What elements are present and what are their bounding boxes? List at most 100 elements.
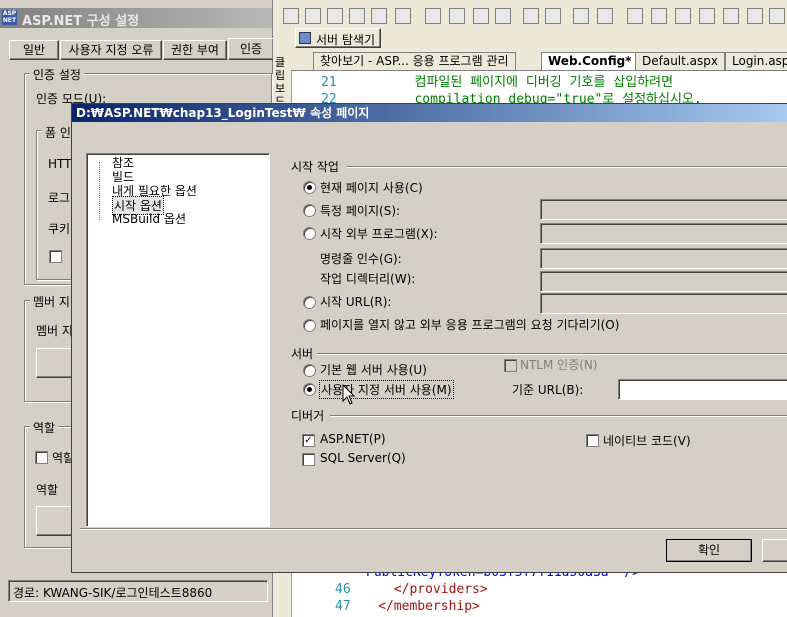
toolbar-icon-11[interactable] — [523, 8, 539, 24]
toolbar-icon-8[interactable] — [449, 8, 465, 24]
tab-authorization[interactable]: 권한 부여 — [163, 40, 227, 60]
toolbar-icon-2[interactable] — [305, 8, 321, 24]
radio-wait-request-label: 페이지를 열지 않고 외부 응용 프로그램의 요청 기다리기(O) — [320, 318, 620, 332]
debugger-group-label: 디버거 — [291, 409, 325, 423]
tab-custom-errors[interactable]: 사용자 지정 오류 — [60, 40, 162, 60]
radio-custom-server-label: 사용자 지정 서버 사용(M) — [319, 380, 454, 399]
radio-external-program[interactable] — [303, 227, 316, 240]
toolbar-icon-4[interactable] — [349, 8, 365, 24]
base-url-label: 기준 URL(B): — [512, 383, 584, 397]
dialog-title: D:₩ASP.NET₩chap13_LoginTest₩ 속성 페이지 — [76, 106, 370, 120]
toolbar-icon-9[interactable] — [473, 8, 489, 24]
radio-external-program-label: 시작 외부 프로그램(X): — [320, 227, 438, 241]
start-action-group-label: 시작 작업 — [291, 160, 339, 174]
server-explorer-label: 서버 탐색기 — [316, 33, 376, 47]
dialog-titlebar: D:₩ASP.NET₩chap13_LoginTest₩ 속성 페이지 — [72, 104, 787, 122]
radio-custom-server[interactable] — [303, 383, 316, 396]
form-option-checkbox[interactable] — [49, 250, 62, 263]
aspnet-debugger-checkbox[interactable]: ✓ — [302, 434, 315, 447]
toolbar-icon-6[interactable] — [395, 8, 411, 24]
toolbar-icon-12[interactable] — [545, 8, 561, 24]
debugger-separator — [330, 415, 787, 417]
role-enable-checkbox[interactable] — [35, 451, 48, 464]
aspnet-logo-icon: ASP NET — [2, 10, 17, 25]
membership-group-label: 멤버 지 — [30, 293, 73, 310]
radio-specific-page-label: 특정 페이지(S): — [320, 204, 401, 218]
server-explorer-icon — [299, 32, 311, 44]
toolbar-icon-7[interactable] — [425, 8, 441, 24]
native-debugger-checkbox[interactable] — [586, 434, 599, 447]
toolbar-icon-13[interactable] — [573, 8, 589, 24]
mouse-cursor-icon — [342, 384, 356, 405]
tab-web-config[interactable]: Web.Config* — [541, 52, 639, 70]
base-url-input[interactable] — [618, 379, 787, 400]
code-text: </membership> — [362, 599, 480, 614]
path-status-bar: 경로: KWANG-SIK/로그인테스트8860 — [8, 580, 268, 602]
radio-builtin-server[interactable] — [303, 364, 316, 377]
tab-general[interactable]: 일반 — [9, 40, 59, 60]
property-pages-dialog: D:₩ASP.NET₩chap13_LoginTest₩ 속성 페이지 참조 빌… — [71, 103, 787, 573]
tree-item-msbuild[interactable]: MSBuild 옵션 — [112, 210, 186, 227]
ntlm-checkbox[interactable] — [504, 359, 517, 372]
server-group-label: 서버 — [291, 347, 314, 361]
cancel-button[interactable] — [762, 539, 787, 562]
tab-authentication[interactable]: 인증 — [228, 38, 274, 60]
path-status-text: 경로: KWANG-SIK/로그인테스트8860 — [13, 586, 213, 600]
toolbar-icon-17[interactable] — [675, 8, 691, 24]
toolbar-icon-18[interactable] — [699, 8, 715, 24]
side-toolbox-label: 클립보드 — [275, 56, 286, 108]
toolbar-icon-10[interactable] — [495, 8, 511, 24]
ntlm-label: NTLM 인증(N) — [520, 358, 598, 372]
tree-lines — [99, 162, 110, 220]
toolbar-icon-3[interactable] — [327, 8, 343, 24]
radio-specific-page[interactable] — [303, 204, 316, 217]
tab-login-aspx[interactable]: Login.asp — [725, 52, 787, 70]
toolbar-icon-20[interactable] — [747, 8, 763, 24]
native-debugger-label: 네이티브 코드(V) — [603, 434, 691, 448]
radio-current-page[interactable] — [303, 181, 316, 194]
start-url-input[interactable] — [540, 293, 787, 314]
external-program-input[interactable] — [540, 223, 787, 244]
radio-start-url-label: 시작 URL(R): — [320, 295, 392, 309]
membership-label: 멤버 지 — [36, 324, 73, 338]
tab-browse-admin[interactable]: 찾아보기 - ASP... 응용 프로그램 관리 — [313, 52, 516, 70]
toolbar-icon-16[interactable] — [651, 8, 667, 24]
ok-button[interactable]: 확인 — [666, 539, 752, 562]
toolbar-icon-19[interactable] — [723, 8, 739, 24]
server-explorer-button[interactable]: 서버 탐색기 — [295, 28, 381, 48]
command-args-input[interactable] — [540, 248, 787, 269]
aspnet-debugger-label: ASP.NET(P) — [320, 432, 386, 446]
toolbar-icon-21[interactable] — [769, 8, 785, 24]
code-line: 46 </providers> — [335, 582, 488, 597]
working-dir-label: 작업 디렉터리(W): — [320, 272, 416, 286]
toolbar-icon-14[interactable] — [597, 8, 613, 24]
form-auth-label: 폼 인 — [42, 124, 74, 141]
tab-default-aspx[interactable]: Default.aspx — [635, 52, 725, 70]
radio-current-page-label: 현재 페이지 사용(C) — [320, 181, 423, 195]
code-text: </providers> — [362, 582, 488, 597]
toolbar-icon-15[interactable] — [627, 8, 643, 24]
line-number: 46 — [335, 582, 351, 597]
command-args-label: 명령줄 인수(G): — [320, 252, 402, 266]
bg-window-title: ASP.NET 구성 설정 — [22, 14, 140, 29]
code-line: 47 </membership> — [335, 599, 480, 614]
toolbar-icon-5[interactable] — [371, 8, 387, 24]
dialog-bottom-separator — [80, 528, 787, 530]
role-provider-label: 역할 — [36, 483, 59, 497]
sql-debugger-label: SQL Server(Q) — [320, 451, 406, 465]
line-number: 47 — [335, 599, 351, 614]
radio-wait-request[interactable] — [303, 319, 316, 332]
radio-start-url[interactable] — [303, 296, 316, 309]
start-action-separator — [347, 166, 787, 168]
http-label: HTT — [48, 157, 72, 171]
sql-debugger-checkbox[interactable] — [302, 453, 315, 466]
login-label: 로그 — [48, 191, 71, 205]
role-group-label: 역할 — [30, 419, 59, 436]
specific-page-input[interactable] — [540, 199, 787, 220]
cookie-label: 쿠키 — [48, 222, 71, 236]
server-separator — [317, 353, 787, 355]
working-dir-input[interactable] — [540, 271, 787, 292]
radio-builtin-server-label: 기본 웹 서버 사용(U) — [320, 363, 427, 377]
toolbar-icon-1[interactable] — [283, 8, 299, 24]
auth-settings-label: 인증 설정 — [30, 66, 84, 83]
